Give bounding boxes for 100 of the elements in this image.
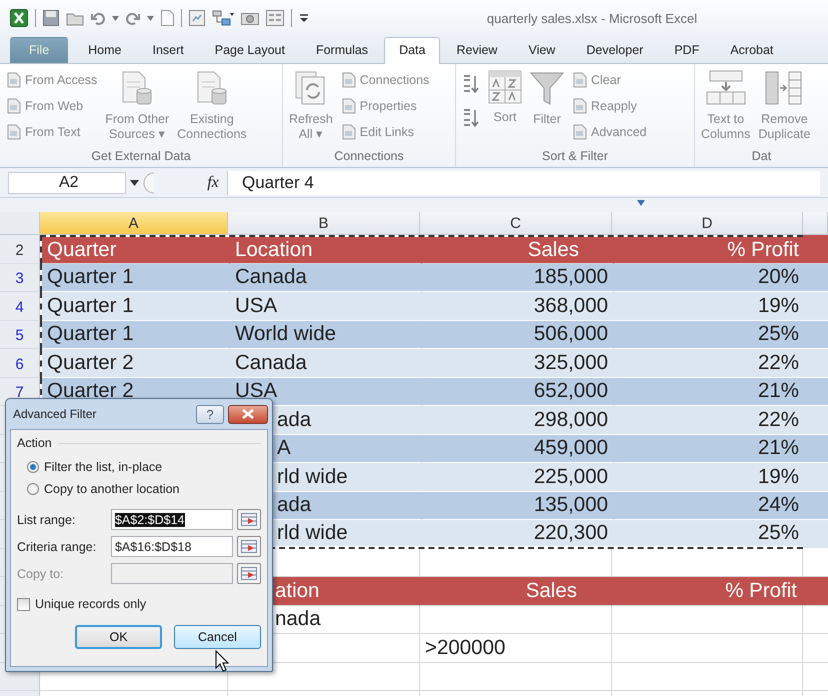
row-number[interactable]: 6 — [0, 349, 40, 378]
table-cell: >200000 — [420, 634, 612, 662]
column-header[interactable]: A — [40, 212, 228, 235]
remove-duplicates-icon — [764, 70, 804, 106]
row-number[interactable]: 2 — [0, 235, 40, 264]
hierarchy-icon — [212, 10, 234, 26]
column-header[interactable]: B — [228, 212, 420, 235]
new-document-icon — [161, 10, 174, 26]
table-cell: 19% — [614, 292, 805, 320]
table-cell: Sales — [422, 237, 614, 264]
camera-icon — [241, 10, 259, 26]
range-picker-button[interactable] — [237, 536, 261, 557]
table-cell: Quarter 1 — [42, 264, 230, 292]
input-field[interactable] — [110, 563, 234, 584]
document-icon — [340, 72, 357, 88]
range-picker-button[interactable] — [237, 563, 261, 584]
table-cell: 19% — [614, 463, 805, 492]
document-icon — [6, 124, 22, 140]
table-cell: 368,000 — [422, 292, 614, 320]
table-cell — [803, 520, 828, 548]
table-cell — [803, 463, 828, 492]
row-number[interactable]: 3 — [0, 264, 40, 292]
table-cell: 325,000 — [422, 349, 614, 378]
table-cell — [803, 434, 828, 463]
funnel-icon — [530, 70, 564, 106]
ribbon-tab[interactable]: PDF — [659, 37, 714, 63]
radio-label[interactable]: Filter the list, in-place — [44, 460, 162, 474]
table-cell: 20% — [614, 264, 805, 292]
group-label: Dat — [750, 149, 772, 165]
document-icon — [6, 98, 22, 114]
input-field[interactable]: $A$16:$D$18 — [110, 536, 234, 557]
ribbon-tab[interactable]: Page Layout — [200, 37, 300, 63]
document-icon — [6, 72, 22, 88]
row-number[interactable]: 5 — [0, 320, 40, 349]
ribbon-tab[interactable]: Acrobat — [715, 37, 788, 63]
help-button[interactable]: ? — [196, 404, 224, 424]
split-columns-icon — [706, 70, 746, 106]
document-database-icon — [194, 70, 229, 106]
table-cell — [803, 292, 828, 320]
ribbon-tab[interactable]: Formulas — [300, 37, 384, 63]
table-cell: 21% — [614, 434, 805, 463]
formula-field[interactable]: Quarter 4 — [227, 170, 820, 194]
table-cell — [803, 235, 828, 264]
input-field[interactable]: $A$2:$D$14 — [110, 509, 234, 530]
row-number[interactable]: 4 — [0, 292, 40, 320]
table-cell: Quarter 1 — [42, 320, 230, 349]
table-cell: Sales — [420, 577, 612, 606]
caret-icon — [147, 16, 154, 20]
name-box[interactable]: A2 — [8, 172, 126, 194]
table-cell: 25% — [614, 520, 805, 546]
table-cell: Canada — [230, 349, 422, 378]
radio-button[interactable] — [27, 461, 39, 473]
table-cell: Quarter 1 — [42, 292, 230, 320]
table-cell: 135,000 — [422, 492, 614, 520]
radio-label[interactable]: Copy to another location — [44, 482, 180, 496]
undo-icon — [91, 11, 105, 25]
group-label: Get External Data — [90, 149, 192, 165]
radio-button[interactable] — [27, 483, 39, 495]
excel-logo-icon — [10, 9, 28, 27]
table-cell: 459,000 — [422, 434, 614, 463]
close-button[interactable] — [228, 404, 268, 424]
section-label: Action — [17, 436, 52, 450]
table-cell — [803, 577, 828, 606]
document-icon — [572, 124, 588, 140]
sort-icon — [488, 70, 522, 104]
table-cell: 22% — [614, 406, 805, 434]
table-cell — [803, 320, 828, 349]
range-picker-button[interactable] — [237, 509, 261, 530]
column-header[interactable]: C — [420, 212, 612, 235]
caret-icon — [112, 16, 119, 20]
table-cell — [803, 492, 828, 520]
checkbox-label[interactable]: Unique records only — [35, 597, 146, 611]
ribbon-tab[interactable]: Review — [441, 37, 512, 63]
ribbon-tab[interactable]: Insert — [138, 37, 199, 63]
group-label: Sort & Filter — [541, 149, 609, 165]
table-cell: 506,000 — [422, 320, 614, 349]
insert-function-button[interactable]: fx — [203, 174, 223, 192]
ribbon-tab[interactable]: Data — [384, 37, 440, 64]
collapse-marker-icon — [637, 200, 645, 206]
range-picker-icon — [241, 567, 258, 580]
table-cell: 22% — [614, 349, 805, 378]
column-header[interactable]: D — [612, 212, 803, 235]
ribbon-tab[interactable]: Home — [73, 37, 136, 63]
document-database-icon — [120, 70, 154, 106]
table-cell: Quarter 2 — [42, 349, 230, 378]
dialog-button[interactable]: OK — [75, 625, 162, 649]
ribbon-tab[interactable]: View — [513, 37, 570, 63]
customize-toolbar-icon — [299, 12, 309, 24]
document-icon — [340, 124, 357, 140]
table-cell: Canada — [230, 264, 422, 292]
table-cell — [803, 378, 828, 406]
window-title: quarterly sales.xlsx - Microsoft Excel — [486, 10, 698, 26]
range-picker-icon — [241, 540, 258, 553]
table-cell: Quarter — [42, 237, 230, 264]
dialog-button[interactable]: Cancel — [174, 625, 261, 649]
document-icon — [572, 72, 588, 88]
table-cell: 225,000 — [422, 463, 614, 492]
checkbox[interactable] — [17, 598, 30, 610]
ribbon-tab[interactable]: Developer — [571, 37, 658, 63]
table-cell: % Profit — [614, 237, 805, 264]
